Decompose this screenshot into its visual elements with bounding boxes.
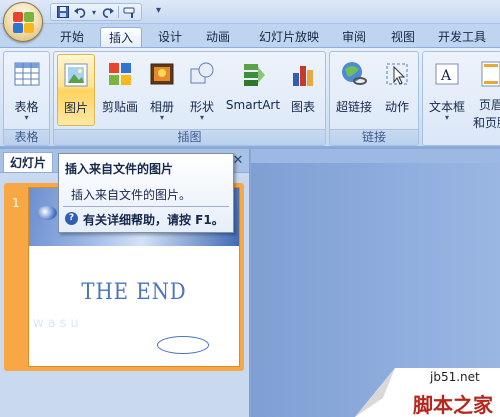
tooltip-title: 插入来自文件的图片 bbox=[65, 162, 174, 176]
title-bar: ▾ ▾ bbox=[0, 0, 500, 24]
clipart-button[interactable]: 剪贴画 bbox=[98, 54, 142, 126]
tab-slide-show[interactable]: 幻灯片放映 bbox=[250, 27, 328, 48]
textbox-button[interactable]: A 文本框 ▾ bbox=[425, 54, 469, 126]
slide-watermark: wasu bbox=[33, 316, 83, 331]
header-footer-label-2: 和页脚 bbox=[472, 116, 500, 130]
chevron-down-icon: ▾ bbox=[24, 113, 29, 122]
clipart-icon bbox=[109, 63, 131, 85]
tab-view[interactable]: 视图 bbox=[385, 27, 421, 48]
ribbon: 表格 ▾ 表格 图片 剪贴画 相册 ▾ 形状 ▾ SmartArt 图表 插图 … bbox=[0, 47, 500, 147]
group-tables: 表格 ▾ 表格 bbox=[3, 51, 50, 146]
redo-icon[interactable] bbox=[100, 5, 115, 19]
shapes-button[interactable]: 形状 ▾ bbox=[184, 54, 220, 126]
picture-button[interactable]: 图片 bbox=[57, 54, 95, 126]
textbox-icon: A bbox=[435, 63, 459, 85]
chart-button[interactable]: 图表 bbox=[284, 54, 322, 126]
action-button[interactable]: 动作 bbox=[378, 54, 416, 126]
table-button[interactable]: 表格 ▾ bbox=[6, 54, 47, 126]
divider bbox=[63, 206, 229, 207]
chevron-down-icon: ▾ bbox=[444, 113, 449, 122]
picture-icon bbox=[64, 63, 88, 87]
chart-label: 图表 bbox=[290, 100, 315, 114]
save-icon[interactable] bbox=[55, 5, 70, 19]
group-label-illustrations: 插图 bbox=[54, 129, 325, 145]
smartart-label: SmartArt bbox=[225, 98, 281, 112]
group-label-tables: 表格 bbox=[4, 129, 49, 145]
group-illustrations: 图片 剪贴画 相册 ▾ 形状 ▾ SmartArt 图表 插图 bbox=[53, 51, 326, 146]
tooltip-insert-picture: 插入来自文件的图片 插入来自文件的图片。 ? 有关详细帮助，请按 F1。 bbox=[58, 153, 234, 233]
quick-access-toolbar: ▾ bbox=[50, 3, 142, 21]
format-painter-icon[interactable] bbox=[122, 5, 137, 19]
chevron-down-icon: ▾ bbox=[199, 113, 204, 122]
hyperlink-label: 超链接 bbox=[335, 100, 372, 114]
chart-icon bbox=[293, 66, 313, 86]
table-icon bbox=[14, 62, 39, 86]
header-footer-button[interactable]: 页眉 和页脚 bbox=[471, 54, 500, 130]
action-icon bbox=[386, 63, 408, 85]
slide-title: THE END bbox=[81, 280, 187, 305]
group-label-links: 链接 bbox=[330, 129, 418, 145]
office-logo-icon bbox=[13, 12, 35, 34]
header-footer-icon bbox=[481, 61, 500, 87]
tab-animations[interactable]: 动画 bbox=[200, 27, 236, 48]
tooltip-description: 插入来自文件的图片。 bbox=[71, 188, 192, 202]
tab-developer[interactable]: 开发工具 bbox=[432, 27, 492, 48]
tab-insert[interactable]: 插入 bbox=[100, 27, 142, 48]
dropdown-icon[interactable]: ▾ bbox=[91, 5, 97, 19]
watermark-site: jb51.net bbox=[430, 370, 480, 384]
tab-design[interactable]: 设计 bbox=[152, 27, 188, 48]
customize-qat-icon[interactable]: ▾ bbox=[156, 5, 161, 16]
group-links: 超链接 动作 链接 bbox=[329, 51, 419, 146]
slide-number: 1 bbox=[12, 196, 20, 210]
editing-area-header bbox=[251, 149, 500, 163]
svg-text:A: A bbox=[440, 68, 452, 84]
header-footer-label: 页眉 bbox=[478, 98, 500, 112]
action-label: 动作 bbox=[384, 100, 409, 114]
office-button[interactable] bbox=[3, 2, 43, 42]
ribbon-tabs: 开始 插入 设计 动画 幻灯片放映 审阅 视图 开发工具 bbox=[0, 24, 500, 48]
hyperlink-icon bbox=[342, 62, 367, 85]
tooltip-help-text: 有关详细帮助，请按 F1。 bbox=[83, 213, 224, 227]
divider bbox=[118, 6, 119, 18]
chevron-down-icon: ▾ bbox=[159, 113, 164, 122]
hyperlink-button[interactable]: 超链接 bbox=[332, 54, 376, 126]
watermark-brand: 脚本之家 bbox=[413, 393, 493, 417]
shapes-icon bbox=[190, 62, 214, 84]
slide-logo-icon bbox=[157, 336, 209, 354]
photo-album-icon bbox=[150, 63, 174, 85]
smartart-button[interactable]: SmartArt bbox=[224, 54, 282, 126]
group-text: A 文本框 ▾ 页眉 和页脚 bbox=[422, 51, 500, 146]
tab-home[interactable]: 开始 bbox=[54, 27, 90, 48]
photo-album-button[interactable]: 相册 ▾ bbox=[144, 54, 180, 126]
help-icon: ? bbox=[65, 212, 78, 225]
smartart-icon bbox=[244, 64, 265, 86]
picture-label: 图片 bbox=[63, 101, 88, 115]
clipart-label: 剪贴画 bbox=[101, 100, 138, 114]
tab-slides[interactable]: 幻灯片 bbox=[3, 152, 53, 172]
globe-icon bbox=[37, 206, 57, 220]
undo-icon[interactable] bbox=[73, 5, 88, 19]
tab-review[interactable]: 审阅 bbox=[336, 27, 372, 48]
site-watermark: jb51.net 脚本之家 bbox=[355, 368, 500, 417]
